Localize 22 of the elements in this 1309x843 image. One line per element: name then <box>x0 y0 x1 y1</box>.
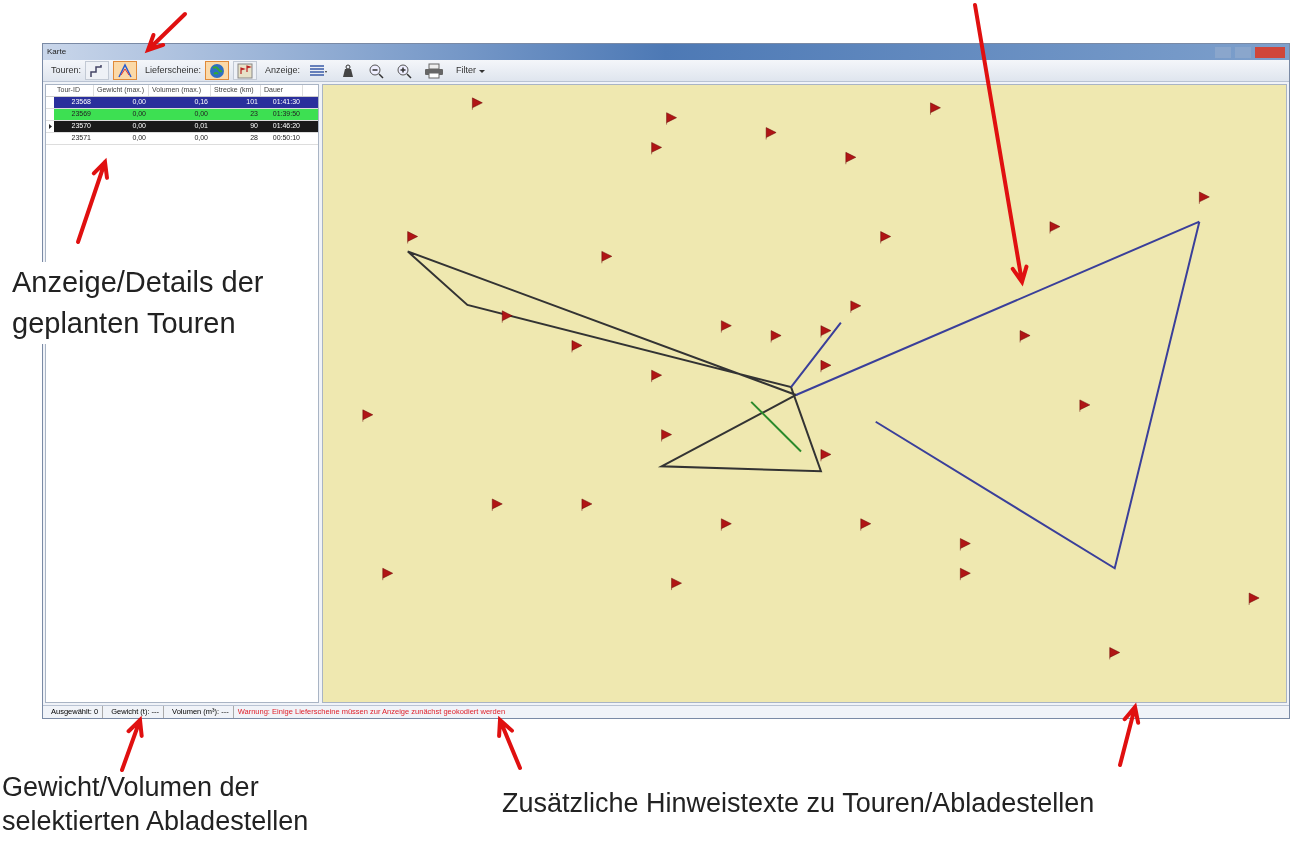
toolbar-button[interactable] <box>113 61 138 80</box>
list-icon <box>308 62 329 79</box>
map-points-icon <box>237 62 254 79</box>
toolbar-label: Lieferscheine: <box>145 63 202 77</box>
zoom-out-icon <box>368 62 385 79</box>
globe-icon <box>209 62 226 79</box>
filter-menu[interactable]: Filter <box>452 61 491 80</box>
annotation-text: Gewicht/Volumen der selektierten Abladestellen <box>2 771 310 838</box>
annotation-arrow <box>144 12 187 54</box>
route-line-icon <box>117 62 134 79</box>
annotation-arrow <box>1118 702 1141 767</box>
printer-icon <box>424 62 445 79</box>
toolbar-label: Touren: <box>51 63 82 77</box>
annotation-text: Zusätzliche Hinweistexte zu Touren/Abladestellen <box>502 787 1095 820</box>
toolbar-label: Anzeige: <box>265 63 301 77</box>
toolbar-button[interactable] <box>233 61 258 80</box>
toolbar-button[interactable] <box>85 61 110 80</box>
annotation-arrow <box>497 715 522 770</box>
zoom-in-icon <box>396 62 413 79</box>
annotation-arrow <box>120 715 144 772</box>
window-title: Karte <box>47 46 67 58</box>
toolbar-button[interactable] <box>205 61 230 80</box>
